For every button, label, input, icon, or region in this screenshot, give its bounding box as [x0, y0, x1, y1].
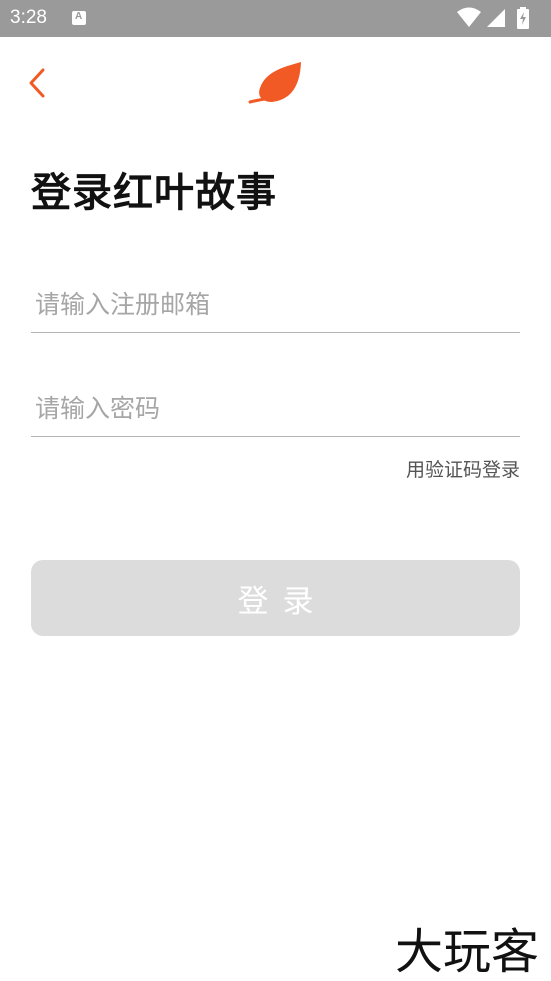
wifi-icon	[457, 7, 481, 27]
battery-charging-icon	[517, 7, 529, 29]
page-title: 登录红叶故事	[31, 170, 277, 216]
app-logo	[248, 60, 304, 106]
status-bar: 3:28 A	[0, 0, 551, 37]
status-icons	[457, 7, 537, 29]
notification-glyph: A	[75, 11, 83, 22]
login-button[interactable]: 登录	[31, 560, 520, 636]
notification-icon: A	[72, 11, 86, 25]
password-input[interactable]	[35, 388, 505, 428]
email-field	[31, 276, 520, 333]
chevron-left-icon	[29, 68, 45, 98]
email-input[interactable]	[35, 284, 505, 324]
code-login-link[interactable]: 用验证码登录	[406, 455, 520, 482]
back-button[interactable]	[22, 62, 56, 102]
password-field	[31, 380, 520, 437]
login-screen: 3:28 A 登录红叶故事 请输入注册邮箱 用验证码登录 登录 大玩客	[0, 0, 551, 981]
watermark-logo: 大玩客	[394, 924, 539, 980]
status-time: 3:28	[10, 7, 47, 28]
cell-signal-icon	[487, 9, 505, 27]
leaf-icon	[248, 62, 301, 104]
